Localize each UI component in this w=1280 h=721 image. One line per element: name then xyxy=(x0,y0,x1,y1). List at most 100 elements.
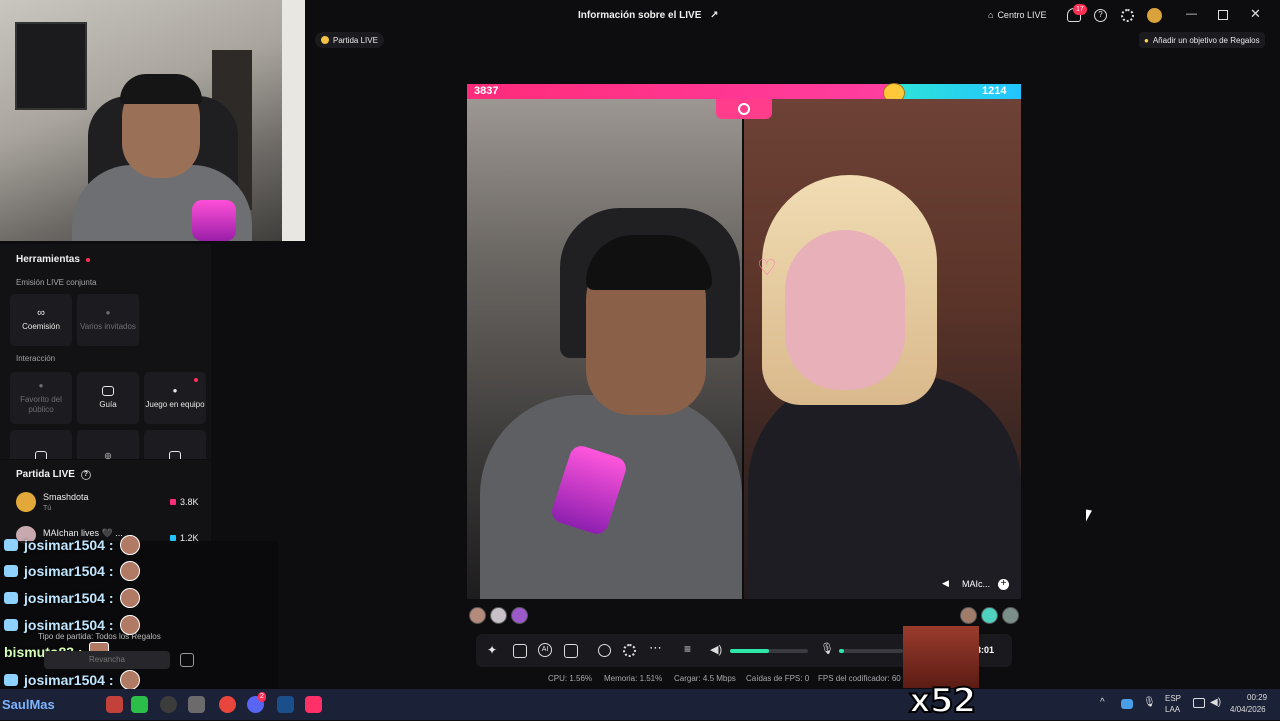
upload-stat: Cargar: 4.5 Mbps xyxy=(674,674,736,683)
user-icon xyxy=(4,592,18,604)
viewer-avatar[interactable] xyxy=(511,607,528,624)
minimize-icon[interactable]: — xyxy=(1186,8,1197,20)
record-icon[interactable] xyxy=(598,644,611,657)
gift-icon xyxy=(170,499,176,505)
viewer-avatar[interactable] xyxy=(469,607,486,624)
network-icon[interactable] xyxy=(1193,698,1205,708)
help-icon[interactable]: ? xyxy=(1094,9,1107,22)
window-icon[interactable] xyxy=(188,696,205,713)
multiplier-text: x52 xyxy=(908,680,977,721)
player1-score: 3.8K xyxy=(170,497,199,507)
camera-settings-icon[interactable] xyxy=(623,644,636,657)
heart-icon: ♡ xyxy=(757,255,777,280)
guide-tool[interactable]: Guía xyxy=(77,372,139,424)
mic-slider[interactable] xyxy=(839,649,903,653)
tools-panel: Herramientas Emisión LIVE conjunta ∞ Coe… xyxy=(0,244,211,459)
viewer-avatar[interactable] xyxy=(490,607,507,624)
exit-icon[interactable] xyxy=(180,653,194,667)
mouse-cursor-icon xyxy=(1086,509,1092,523)
stopwatch-icon xyxy=(738,103,750,115)
fps-drop-stat: Caídas de FPS: 0 xyxy=(746,674,810,683)
match-pill[interactable]: Partida LIVE xyxy=(315,32,384,48)
cpu-stat: CPU: 1.56% xyxy=(548,674,593,683)
user-icon xyxy=(4,619,18,631)
share-icon: ↗ xyxy=(710,10,719,21)
viewer-avatar[interactable] xyxy=(1002,607,1019,624)
scene-icon[interactable] xyxy=(564,644,578,658)
follow-icon[interactable]: + xyxy=(998,579,1009,590)
match-type-label: Tipo de partida: Todos los Regalos xyxy=(38,632,161,641)
magic-wand-icon[interactable]: ✦ xyxy=(487,643,497,657)
settings-icon[interactable] xyxy=(1121,9,1134,22)
volume-icon[interactable]: ◀) xyxy=(710,643,722,656)
profile-avatar[interactable] xyxy=(1147,8,1162,23)
cohost-tool[interactable]: ∞ Coemisión xyxy=(10,294,72,346)
viewer-avatar[interactable] xyxy=(960,607,977,624)
mic-fill xyxy=(839,649,844,653)
emote-icon xyxy=(119,535,140,555)
right-score: 1214 xyxy=(982,85,1007,97)
viewer-avatar[interactable] xyxy=(981,607,998,624)
chevron-up-icon[interactable]: ^ xyxy=(1100,697,1105,708)
mute-icon[interactable]: ◀ xyxy=(942,578,949,589)
ai-icon[interactable]: AI xyxy=(538,643,552,657)
speaker-icon[interactable]: ◀) xyxy=(1210,697,1221,708)
mic-tray-icon[interactable]: 🎙 xyxy=(1143,697,1156,708)
tool-row3-a[interactable] xyxy=(10,430,72,459)
volume-slider[interactable] xyxy=(730,649,808,653)
language-region: LAA xyxy=(1165,705,1181,714)
cohost-section-label: Emisión LIVE conjunta xyxy=(16,278,97,287)
coin-icon xyxy=(321,36,329,44)
live-info-title[interactable]: Información sobre el LIVE ↗ xyxy=(578,10,719,21)
cloud-icon[interactable] xyxy=(1121,699,1133,709)
obs-icon[interactable] xyxy=(160,696,177,713)
microphone-icon[interactable]: 🎙 xyxy=(820,642,834,655)
tool-row3-c[interactable] xyxy=(144,430,206,459)
webcam-hair xyxy=(120,74,202,104)
user-icon xyxy=(4,539,18,551)
encoder-fps-stat: FPS del codificador: 60 xyxy=(818,674,901,683)
centro-live-button[interactable]: ⌂ Centro LIVE xyxy=(988,10,1046,20)
tool-row3-b[interactable]: ◎ xyxy=(77,430,139,459)
play-icon[interactable] xyxy=(131,696,148,713)
chrome-icon[interactable] xyxy=(219,696,236,713)
left-score-bar xyxy=(467,84,888,99)
user-star-icon: ● xyxy=(38,381,44,390)
chat-line: josimar1504 : xyxy=(4,588,140,608)
interaction-section-label: Interacción xyxy=(16,354,56,363)
favorite-tool[interactable]: ● Favorito del público xyxy=(10,372,72,424)
opponent-name[interactable]: MAIc... xyxy=(962,579,990,589)
player1-sub: Tú xyxy=(43,505,52,512)
battle-timer-tab xyxy=(716,99,772,119)
checkbox-icon xyxy=(169,451,181,459)
help-icon[interactable]: ? xyxy=(80,469,91,480)
sliders-icon[interactable]: ≡ xyxy=(684,642,691,656)
rematch-button[interactable]: Revancha xyxy=(44,651,170,669)
clock-time[interactable]: 00:29 xyxy=(1247,693,1267,702)
clock-date[interactable]: 4/04/2026 xyxy=(1230,705,1266,714)
watermark-text: SaulMas xyxy=(2,697,55,712)
more-icon[interactable]: ⋯ xyxy=(649,640,662,656)
team-icon: ● xyxy=(172,386,178,395)
player1-avatar xyxy=(16,492,36,512)
volume-fill xyxy=(730,649,769,653)
user-icon xyxy=(4,674,18,686)
steam-icon[interactable] xyxy=(277,696,294,713)
tools-title: Herramientas xyxy=(16,254,90,265)
opponent-body xyxy=(748,375,1021,599)
close-icon[interactable]: ✕ xyxy=(1250,6,1261,22)
webcam-shelf xyxy=(282,0,305,241)
multi-guest-tool[interactable]: ● Varios invitados xyxy=(77,294,139,346)
tiktok-icon[interactable] xyxy=(305,696,322,713)
meme-face-overlay xyxy=(903,626,979,688)
emote-icon xyxy=(119,588,140,608)
maximize-icon[interactable] xyxy=(1218,10,1228,20)
language-indicator[interactable]: ESP xyxy=(1165,694,1181,703)
app-icon[interactable] xyxy=(106,696,123,713)
gift-goal-button[interactable]: ● Añadir un objetivo de Regalos xyxy=(1139,32,1265,48)
chat-line: josimar1504 : xyxy=(4,670,140,690)
layout-icon[interactable] xyxy=(513,644,527,658)
opponent-face xyxy=(785,230,905,390)
chat-line: josimar1504 : xyxy=(4,535,140,555)
lightbulb-icon: ● xyxy=(1144,35,1149,45)
